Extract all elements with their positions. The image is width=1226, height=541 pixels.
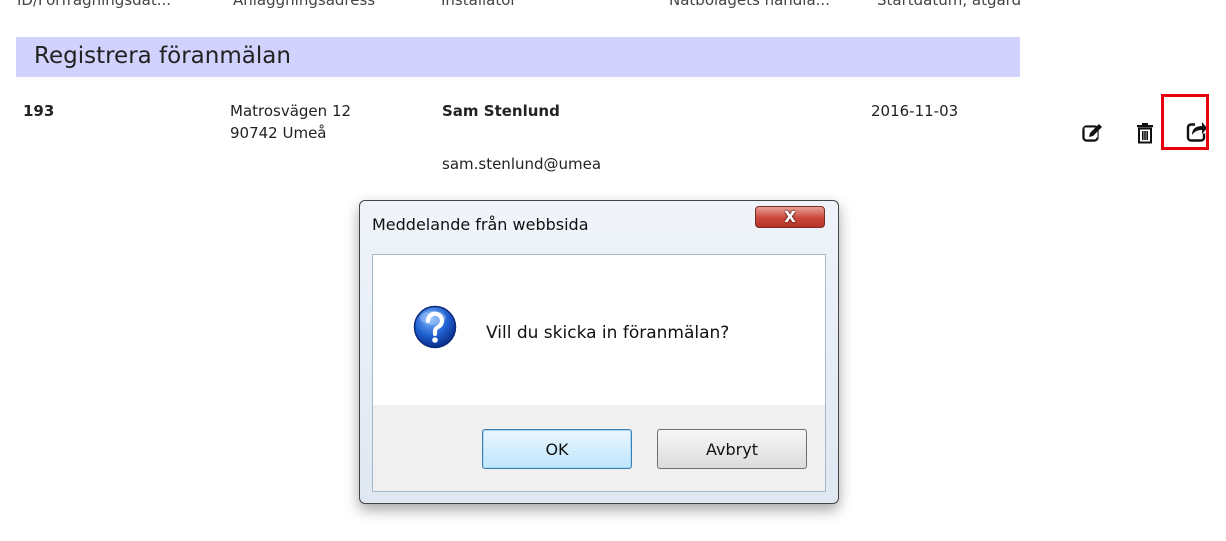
dialog-body: Vill du skicka in föranmälan? OK Avbryt (372, 254, 826, 492)
column-header-address[interactable]: Anläggningsadress (233, 0, 375, 9)
delete-icon[interactable] (1134, 122, 1156, 144)
cancel-button[interactable]: Avbryt (657, 429, 807, 469)
column-header-start-date[interactable]: Startdatum, åtgärd (877, 0, 1021, 9)
row-id: 193 (23, 102, 55, 120)
question-icon (413, 305, 457, 349)
edit-icon[interactable] (1081, 122, 1103, 144)
row-installer-name: Sam Stenlund (442, 102, 560, 120)
message-dialog: Meddelande från webbsida X Vill du skick… (359, 200, 839, 504)
column-header-handler[interactable]: Nätbolagets handlä... (669, 0, 830, 9)
row-installer-email: sam.stenlund@umea (442, 155, 602, 173)
ok-button[interactable]: OK (482, 429, 632, 469)
close-button[interactable]: X (755, 206, 825, 228)
table-header: ID/Förfrågningsdat... Anläggningsadress … (0, 0, 1226, 13)
send-icon-highlight (1161, 94, 1209, 150)
column-header-id[interactable]: ID/Förfrågningsdat... (17, 0, 171, 9)
dialog-message: Vill du skicka in föranmälan? (486, 323, 730, 343)
row-address-line1: Matrosvägen 12 (230, 102, 352, 120)
message-area: Vill du skicka in föranmälan? (373, 255, 825, 405)
row-address-line2: 90742 Umeå (230, 124, 327, 142)
section-header: Registrera föranmälan (16, 37, 1020, 77)
dialog-title: Meddelande från webbsida (372, 215, 589, 234)
close-icon: X (784, 208, 796, 226)
row-start-date: 2016-11-03 (871, 102, 959, 120)
section-title: Registrera föranmälan (34, 43, 291, 69)
column-header-installer[interactable]: Installatör (441, 0, 517, 9)
